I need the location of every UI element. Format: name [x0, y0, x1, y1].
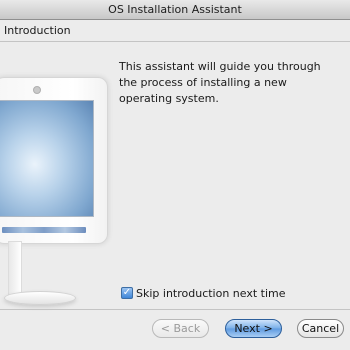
camera-icon	[33, 86, 41, 94]
skip-intro-checkbox[interactable]: ✓	[121, 287, 133, 299]
next-button[interactable]: Next >	[225, 319, 282, 338]
dock-graphic	[2, 227, 86, 233]
back-button[interactable]: < Back	[152, 319, 209, 338]
monitor-frame	[0, 77, 108, 244]
section-title: Introduction	[0, 20, 350, 42]
cancel-button[interactable]: Cancel	[297, 319, 344, 338]
skip-intro-option[interactable]: ✓ Skip introduction next time	[121, 285, 286, 301]
skip-intro-label[interactable]: Skip introduction next time	[136, 287, 286, 300]
divider	[0, 309, 350, 310]
computer-monitor-illustration	[0, 73, 110, 313]
intro-text: This assistant will guide you through th…	[119, 60, 321, 105]
monitor-base	[4, 291, 76, 305]
window-title: OS Installation Assistant	[0, 0, 350, 20]
monitor-screen	[0, 100, 94, 233]
content-area: This assistant will guide you through th…	[0, 43, 350, 305]
